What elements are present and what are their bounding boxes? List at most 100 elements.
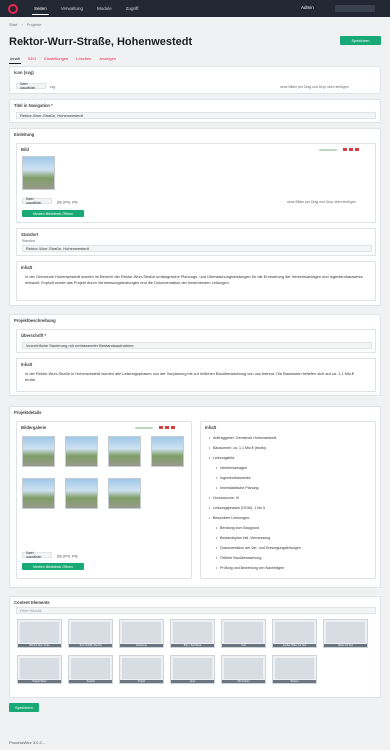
details-list-item: Ingenieurbauwerke [209,473,369,483]
details-list-item: Besondere Leistungen: [209,513,369,523]
content-block-preview [275,622,314,643]
save-button-bottom[interactable]: Speichern [9,703,39,712]
content-block-label: Einleitung [120,644,163,647]
inhalt-field-2: Inhalt In der Rektor-Wurr-Straße in Hohe… [16,358,376,392]
nav-title-panel: Titel in Navigation * Rektor-Wurr-Straße… [9,99,381,123]
admin-user-link[interactable]: Admin [301,5,314,10]
standort-label: Standort [21,232,39,237]
nav-zugriff[interactable]: Zugriff [124,3,141,15]
inhalt-text-1[interactable]: In der Gemeinde Hohenwestedt wurden im B… [25,274,365,286]
bildergalerie-field: Bildergalerie Datei auswählen jpg, jpeg,… [16,421,192,579]
content-block-label: Mit Textfeld [222,680,265,683]
content-block-label: Textfeld [69,680,112,683]
content-block-thumb[interactable]: Einleitung [119,619,164,648]
details-list-item: Honorarzone: III [209,493,369,503]
icon-svg-panel: Icon (svg) Datei auswählen svg neue Bild… [9,66,381,94]
content-elements-label: Content Elements [14,600,50,605]
details-list-item: Bestandsplan inkl. Vermessung [209,533,369,543]
icon-file-button[interactable]: Datei auswählen [16,82,46,90]
gallery-image-2[interactable] [65,436,98,467]
content-block-thumb[interactable]: Text mit Bild / Rechts [68,619,113,648]
top-navigation-bar: Seiten Verwaltung Module Zugriff Admin [0,0,390,17]
inhalt-label-2: Inhalt [21,362,33,367]
content-block-thumb[interactable]: Mit Textfeld [221,655,266,684]
gallery-flag-en-icon[interactable] [165,426,169,429]
tab-anzeigen[interactable]: Anzeigen [98,54,117,64]
inhalt-text-2[interactable]: In der Rektor-Wurr-Straße in Hohenwested… [25,371,365,383]
gallery-image-4[interactable] [151,436,184,467]
filter-blocks-input[interactable]: Filter Blocks [16,607,376,614]
details-list-item: Auftraggeber: Gemeinde Hohenwestedt [209,433,369,443]
content-block-preview [122,658,161,679]
gallery-file-button[interactable]: Datei auswählen [22,551,52,559]
tab-loeschen[interactable]: Löschen [75,54,92,64]
flag-en-icon[interactable] [349,148,353,151]
bild-file-button[interactable]: Datei auswählen [22,197,52,205]
flag-dk-icon[interactable] [355,148,359,151]
save-button-top[interactable]: Speichern [340,36,381,45]
gallery-image-6[interactable] [65,478,98,509]
gallery-image-1[interactable] [22,436,55,467]
nav-verwaltung[interactable]: Verwaltung [59,3,85,15]
details-list[interactable]: Auftraggeber: Gemeinde HohenwestedtBausu… [209,433,369,573]
thumb-size-slider[interactable] [319,149,337,151]
details-list-item: Verkehrsanlagen [209,463,369,473]
details-list-item: Leistungsphasen (HOAI): 1 bis 9 [209,503,369,513]
content-block-label: Links [171,680,214,683]
breadcrumb-start[interactable]: Start [9,22,17,27]
icon-svg-label: Icon (svg) [14,70,34,75]
content-block-thumb[interactable]: Text [221,619,266,648]
tab-einstellungen[interactable]: Einstellungen [43,54,69,64]
edit-tabs: Inhalt SEO Einstellungen Löschen Anzeige… [9,54,117,64]
ueberschrift-input[interactable]: Innerörtliche Sanierung mit umfassender … [22,342,372,349]
nav-module[interactable]: Module [95,3,114,15]
gallery-image-7[interactable] [108,478,141,509]
details-list-item: Beratung zum Baugrund [209,523,369,533]
content-block-preview [224,622,263,643]
projektbeschreibung-panel: Projektbeschreibung Überschrift * Innerö… [9,314,381,396]
bild-label: Bild [21,147,29,152]
content-block-label: Weitere [273,680,316,683]
gallery-image-3[interactable] [108,436,141,467]
details-list-item: Innerstädtische Planung [209,483,369,493]
gallery-flag-dk-icon[interactable] [171,426,175,429]
standort-input[interactable]: Rektor-Wurr-Straße, Hohenwestedt [22,245,372,252]
gallery-ext-hint: jpg, jpeg, png [57,554,78,558]
content-block-label: Bild mit Text / Links [18,644,61,647]
content-block-thumb[interactable]: Weitere [272,655,317,684]
nav-title-input[interactable]: Rektor-Wurr-Straße, Hohenwestedt [16,112,376,119]
breadcrumb-projekte[interactable]: Projekte [27,22,42,27]
flag-de-icon[interactable] [343,148,347,151]
nav-seiten[interactable]: Seiten [32,3,49,15]
page-title: Rektor-Wurr-Straße, Hohenwestedt [9,36,193,48]
search-input[interactable] [335,5,375,12]
breadcrumb: Start › Projekte [9,22,42,27]
content-block-label: Text [222,644,265,647]
content-block-preview [71,658,110,679]
details-list-item: Örtliche Bauüberwachung [209,553,369,563]
gallery-flag-de-icon[interactable] [159,426,163,429]
content-block-thumb[interactable]: Textfeld [68,655,113,684]
content-block-thumb[interactable]: Bild mit Text / Links [17,619,62,648]
content-block-preview [224,658,263,679]
content-block-thumb[interactable]: Projekt [119,655,164,684]
processwire-logo-icon[interactable] [8,3,18,14]
content-block-preview [20,622,59,643]
details-list-item: Leistungsbild: [209,453,369,463]
projektdetails-panel: Projektdetails Bildergalerie Datei auswä… [9,406,381,588]
gallery-media-library-button[interactable]: Medien Bibliothek Öffnen [22,563,84,570]
content-block-thumb[interactable]: Projekt Slider [17,655,62,684]
content-block-thumb[interactable]: Slider mit Text [323,619,368,648]
content-block-preview [122,622,161,643]
content-block-thumb[interactable]: Links [170,655,215,684]
media-library-button[interactable]: Medien Bibliothek Öffnen [22,210,84,217]
gallery-size-slider[interactable] [135,427,153,429]
bild-thumbnail[interactable] [22,156,55,190]
tab-inhalt[interactable]: Inhalt [9,54,21,64]
bild-drop-hint: neue Bilder per Drag und Drop oben einfü… [287,200,356,204]
tab-seo[interactable]: SEO [27,54,37,64]
content-block-thumb[interactable]: Großer Slider mit Text [272,619,317,648]
gallery-image-5[interactable] [22,478,55,509]
content-block-preview [326,622,365,643]
content-block-thumb[interactable]: Bild + Text Block [170,619,215,648]
